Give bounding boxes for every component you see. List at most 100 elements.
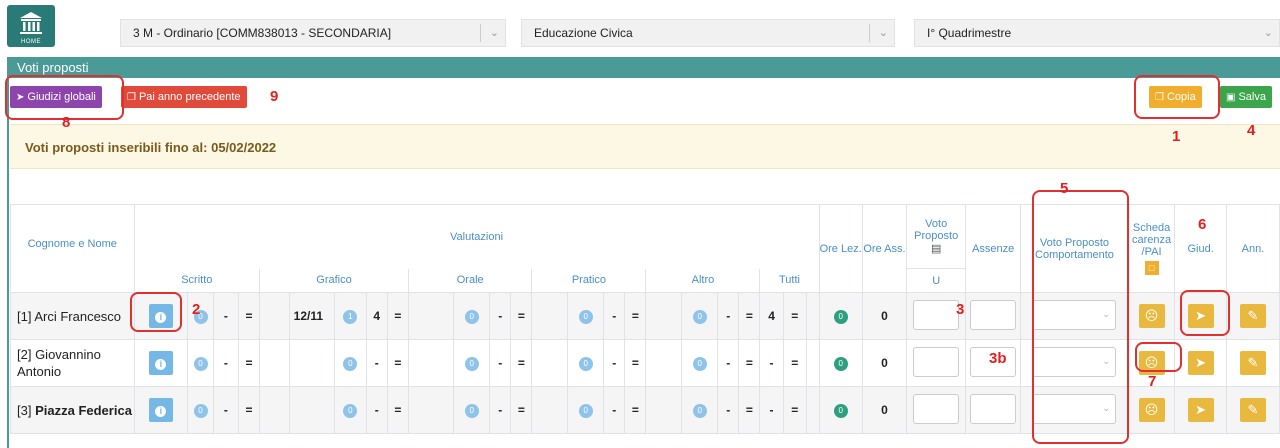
altro-sym: = (738, 339, 761, 387)
chevron-down-icon: ⌄ (1263, 27, 1273, 39)
student-index: [3] (17, 402, 32, 418)
sub-scritto: Scritto (133, 268, 261, 293)
period-select[interactable]: I° Quadrimestre ⌄ (914, 19, 1280, 47)
col-assenze: Assenze (965, 204, 1022, 293)
pratico-avg: - (603, 292, 626, 340)
count-badge[interactable]: 1 (343, 310, 358, 324)
home-logo[interactable]: HOME (7, 5, 55, 47)
sub-orale: Orale (407, 268, 533, 293)
assenze-input[interactable] (970, 299, 1017, 330)
altro-avg: - (717, 339, 740, 387)
scheda-carenza-button[interactable]: ☹ (1138, 304, 1165, 328)
scheda-carenza-button[interactable]: ☹ (1138, 398, 1165, 422)
count-badge[interactable]: 0 (692, 357, 707, 371)
col-name: Cognome e Nome (10, 204, 135, 293)
ore-lez-badge: 0 (833, 404, 848, 418)
annotation-3b: 3b (989, 350, 1007, 367)
subject-select-value: Educazione Civica (534, 26, 633, 40)
info-icon: i (155, 406, 167, 417)
class-select-value: 3 M - Ordinario [COMM838013 - SECONDARIA… (133, 26, 392, 40)
annotazione-button[interactable]: ✎ (1239, 304, 1266, 328)
subject-select[interactable]: Educazione Civica ⌄ (521, 19, 895, 47)
student-name: [3] Piazza Federica (10, 386, 135, 434)
sub-pratico: Pratico (531, 268, 647, 293)
voto-proposto-input[interactable] (913, 299, 960, 330)
count-badge[interactable]: 0 (692, 404, 707, 418)
annotation-9: 9 (270, 88, 279, 105)
tutti-avg: - (759, 386, 784, 434)
count-badge[interactable]: 0 (692, 310, 707, 324)
count-badge[interactable]: 0 (193, 404, 208, 418)
ore-ass-value: 0 (861, 292, 908, 340)
scritto-sym: = (237, 339, 261, 387)
tutti-sym: = (782, 292, 807, 340)
voto-proposto-input[interactable] (913, 393, 960, 424)
count-badge[interactable]: 0 (343, 357, 358, 371)
highlight-comportamento (1032, 190, 1129, 444)
sub-altro: Altro (645, 268, 761, 293)
count-badge[interactable]: 0 (343, 404, 358, 418)
tutti-avg: - (759, 339, 784, 387)
col-ore-lez: Ore Lez. (818, 204, 863, 293)
pratico-avg: - (603, 339, 626, 387)
grafico-sym: = (386, 339, 409, 387)
count-badge[interactable]: 0 (578, 310, 593, 324)
info-button[interactable]: i (148, 351, 173, 375)
edit-icon: ✎ (1247, 355, 1259, 370)
giudizio-button[interactable]: ➤ (1187, 398, 1214, 422)
edit-icon: ✎ (1247, 308, 1259, 323)
annotation-3: 3 (956, 301, 965, 318)
gavel-icon: ➤ (1195, 355, 1207, 370)
count-badge[interactable]: 0 (578, 357, 593, 371)
tutti-sym: = (782, 339, 807, 387)
orale-avg: - (489, 339, 512, 387)
orale-avg: - (489, 292, 512, 340)
save-icon: ▣ (1226, 92, 1236, 103)
orale-sym: = (510, 386, 533, 434)
building-icon (20, 12, 42, 34)
sad-face-icon: ☹ (1144, 308, 1159, 323)
annotation-1: 1 (1172, 128, 1181, 145)
class-select[interactable]: 3 M - Ordinario [COMM838013 - SECONDARIA… (120, 19, 506, 47)
scritto-avg: - (212, 292, 240, 340)
scheda-label: Scheda carenza /PAI (1131, 222, 1172, 258)
salva-button[interactable]: ▣ Salva (1220, 86, 1272, 108)
sub-tutti: Tutti (759, 268, 820, 293)
pratico-sym: = (624, 339, 647, 387)
annotation-5: 5 (1060, 180, 1069, 197)
gavel-icon: ➤ (1195, 402, 1207, 417)
student-name-bold: Piazza Federica (35, 402, 132, 418)
count-badge[interactable]: 0 (464, 404, 479, 418)
grafico-avg: 4 (365, 292, 388, 340)
chevron-down-icon: ⌄ (489, 27, 499, 39)
info-icon: i (155, 359, 167, 370)
count-badge[interactable]: 0 (464, 310, 479, 324)
annotation-4: 4 (1247, 122, 1256, 139)
giudizio-button[interactable]: ➤ (1187, 351, 1214, 375)
pratico-avg: - (603, 386, 626, 434)
assenze-input[interactable] (970, 393, 1017, 424)
sad-face-icon: ☹ (1144, 402, 1159, 417)
list-icon: ▤ (930, 243, 942, 255)
altro-sym: = (738, 386, 761, 434)
pai-anno-precedente-button[interactable]: ❐ Pai anno precedente (121, 86, 247, 108)
deadline-warning: Voti proposti inseribili fino al: 05/02/… (10, 124, 1280, 169)
chevron-down-icon: ⌄ (878, 27, 888, 39)
pai-label: Pai anno precedente (138, 91, 241, 103)
ore-ass-value: 0 (861, 339, 908, 387)
highlight-giud (1180, 290, 1230, 336)
info-button[interactable]: i (148, 398, 173, 422)
annotazione-button[interactable]: ✎ (1239, 351, 1266, 375)
orale-sym: = (510, 292, 533, 340)
count-badge[interactable]: 0 (578, 404, 593, 418)
count-badge[interactable]: 0 (464, 357, 479, 371)
sub-u: U (906, 268, 967, 293)
annotazione-button[interactable]: ✎ (1239, 398, 1266, 422)
scritto-sym: = (237, 386, 261, 434)
voto-proposto-input[interactable] (913, 346, 960, 377)
altro-avg: - (717, 292, 740, 340)
count-badge[interactable]: 0 (193, 357, 208, 371)
scritto-avg: - (212, 339, 240, 387)
ore-lez-badge: 0 (833, 310, 848, 324)
grafico-date: 12/11 (288, 292, 336, 340)
